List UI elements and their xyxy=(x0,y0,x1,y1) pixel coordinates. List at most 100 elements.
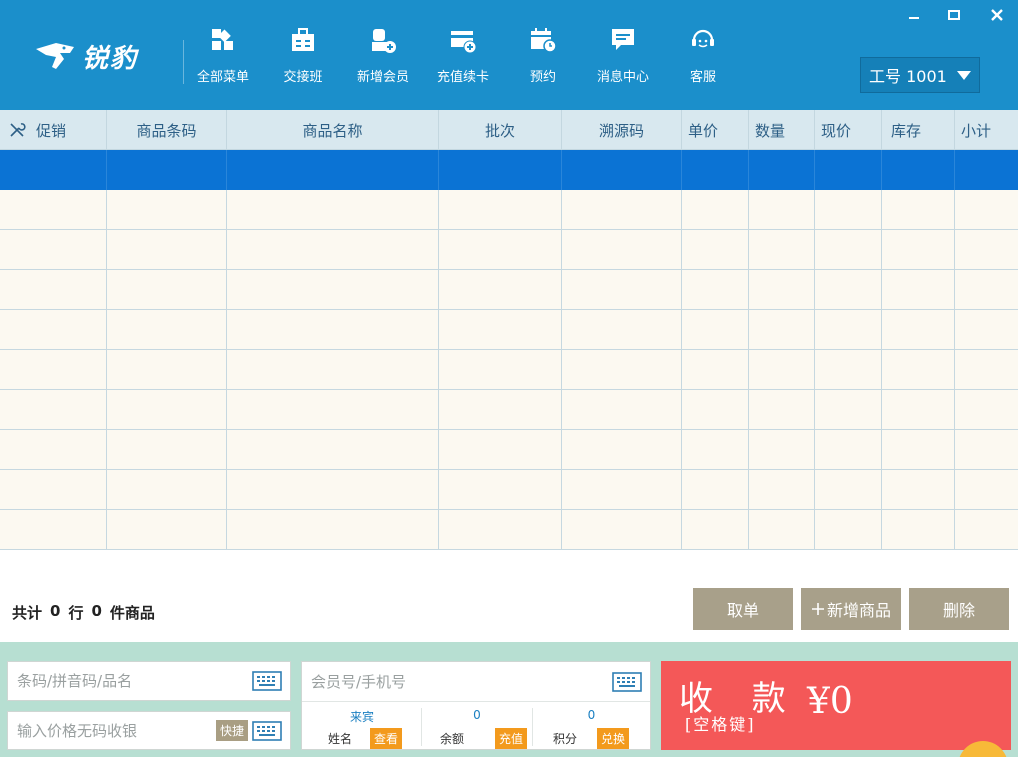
table-cell[interactable] xyxy=(749,510,815,550)
table-cell[interactable] xyxy=(955,510,1018,550)
table-cell[interactable] xyxy=(955,390,1018,430)
price-input[interactable] xyxy=(8,712,216,749)
table-cell[interactable] xyxy=(955,150,1018,190)
table-cell[interactable] xyxy=(815,310,882,350)
table-cell[interactable] xyxy=(749,230,815,270)
table-cell[interactable] xyxy=(439,190,562,230)
keyboard-icon[interactable] xyxy=(252,720,282,742)
member-input[interactable] xyxy=(302,662,612,701)
table-cell[interactable] xyxy=(0,510,107,550)
table-cell[interactable] xyxy=(682,230,749,270)
table-cell[interactable] xyxy=(0,150,107,190)
table-cell[interactable] xyxy=(749,190,815,230)
table-row[interactable] xyxy=(0,190,1018,230)
table-cell[interactable] xyxy=(227,190,439,230)
add-product-button[interactable]: 新增商品 xyxy=(801,588,901,630)
table-row[interactable] xyxy=(0,510,1018,550)
table-row[interactable] xyxy=(0,470,1018,510)
table-row[interactable] xyxy=(0,150,1018,190)
table-cell[interactable] xyxy=(0,310,107,350)
column-unit-price[interactable]: 单价 xyxy=(682,110,749,150)
table-cell[interactable] xyxy=(682,390,749,430)
nav-appointment[interactable]: 预约 xyxy=(503,24,583,94)
nav-shift-handover[interactable]: 交接班 xyxy=(263,24,343,94)
table-cell[interactable] xyxy=(0,470,107,510)
column-stock[interactable]: 库存 xyxy=(882,110,955,150)
table-cell[interactable] xyxy=(955,350,1018,390)
table-cell[interactable] xyxy=(562,430,682,470)
table-cell[interactable] xyxy=(227,470,439,510)
table-cell[interactable] xyxy=(749,310,815,350)
table-cell[interactable] xyxy=(882,510,955,550)
table-cell[interactable] xyxy=(682,510,749,550)
table-cell[interactable] xyxy=(562,350,682,390)
retrieve-order-button[interactable]: 取单 xyxy=(693,588,793,630)
table-cell[interactable] xyxy=(562,310,682,350)
table-cell[interactable] xyxy=(107,430,227,470)
table-cell[interactable] xyxy=(107,390,227,430)
column-product-name[interactable]: 商品名称 xyxy=(227,110,439,150)
table-cell[interactable] xyxy=(439,390,562,430)
table-cell[interactable] xyxy=(882,230,955,270)
table-cell[interactable] xyxy=(955,230,1018,270)
table-cell[interactable] xyxy=(0,190,107,230)
column-subtotal[interactable]: 小计 xyxy=(955,110,1018,150)
table-cell[interactable] xyxy=(882,430,955,470)
table-cell[interactable] xyxy=(107,510,227,550)
maximize-button[interactable] xyxy=(937,4,971,26)
table-cell[interactable] xyxy=(0,350,107,390)
table-cell[interactable] xyxy=(882,310,955,350)
table-cell[interactable] xyxy=(107,350,227,390)
table-row[interactable] xyxy=(0,430,1018,470)
table-cell[interactable] xyxy=(882,470,955,510)
column-quantity[interactable]: 数量 xyxy=(749,110,815,150)
table-row[interactable] xyxy=(0,310,1018,350)
table-cell[interactable] xyxy=(955,190,1018,230)
table-cell[interactable] xyxy=(439,470,562,510)
table-cell[interactable] xyxy=(439,150,562,190)
table-cell[interactable] xyxy=(749,270,815,310)
quick-button[interactable]: 快捷 xyxy=(215,720,248,741)
table-cell[interactable] xyxy=(439,510,562,550)
table-cell[interactable] xyxy=(955,310,1018,350)
table-cell[interactable] xyxy=(815,510,882,550)
table-cell[interactable] xyxy=(0,230,107,270)
table-cell[interactable] xyxy=(107,270,227,310)
table-cell[interactable] xyxy=(815,230,882,270)
table-cell[interactable] xyxy=(439,310,562,350)
table-row[interactable] xyxy=(0,230,1018,270)
table-cell[interactable] xyxy=(562,510,682,550)
table-cell[interactable] xyxy=(439,350,562,390)
table-cell[interactable] xyxy=(107,310,227,350)
table-cell[interactable] xyxy=(749,150,815,190)
table-cell[interactable] xyxy=(815,470,882,510)
table-cell[interactable] xyxy=(107,230,227,270)
keyboard-icon[interactable] xyxy=(252,670,282,692)
table-cell[interactable] xyxy=(562,230,682,270)
nav-recharge-card[interactable]: 充值续卡 xyxy=(423,24,503,94)
table-cell[interactable] xyxy=(562,190,682,230)
table-cell[interactable] xyxy=(682,270,749,310)
table-cell[interactable] xyxy=(682,350,749,390)
table-cell[interactable] xyxy=(682,310,749,350)
column-trace-code[interactable]: 溯源码 xyxy=(562,110,682,150)
minimize-button[interactable] xyxy=(897,4,931,26)
table-cell[interactable] xyxy=(749,470,815,510)
table-cell[interactable] xyxy=(682,190,749,230)
table-cell[interactable] xyxy=(227,230,439,270)
table-row[interactable] xyxy=(0,390,1018,430)
table-cell[interactable] xyxy=(815,430,882,470)
nav-all-menu[interactable]: 全部菜单 xyxy=(183,24,263,94)
table-cell[interactable] xyxy=(227,510,439,550)
table-cell[interactable] xyxy=(955,270,1018,310)
table-cell[interactable] xyxy=(439,430,562,470)
redeem-button[interactable]: 兑换 xyxy=(597,728,630,749)
column-batch[interactable]: 批次 xyxy=(439,110,562,150)
recharge-button[interactable]: 充值 xyxy=(495,728,528,749)
checkout-button[interactable]: 收 款 [空格键] ¥0 xyxy=(661,661,1011,750)
table-cell[interactable] xyxy=(107,150,227,190)
table-cell[interactable] xyxy=(882,270,955,310)
table-cell[interactable] xyxy=(815,190,882,230)
delete-button[interactable]: 删除 xyxy=(909,588,1009,630)
table-cell[interactable] xyxy=(227,350,439,390)
